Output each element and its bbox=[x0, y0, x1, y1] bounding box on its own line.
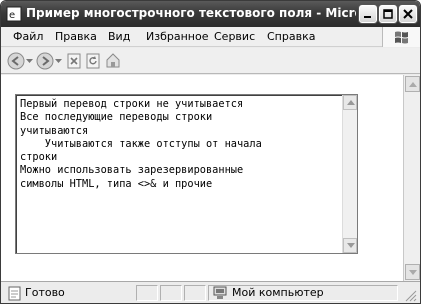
menu-help[interactable]: Справка bbox=[267, 30, 315, 43]
back-icon[interactable] bbox=[7, 52, 25, 70]
windows-logo bbox=[382, 27, 420, 47]
forward-icon[interactable] bbox=[36, 52, 54, 70]
security-zone-text: Мой компьютер bbox=[232, 286, 324, 299]
status-bar: Готово Мой компьютер bbox=[1, 281, 420, 303]
page-scroll-down-button[interactable] bbox=[405, 264, 420, 280]
page-scroll-up-button[interactable] bbox=[405, 76, 420, 92]
title-bar[interactable]: e Пример многострочного текстового поля … bbox=[1, 1, 420, 27]
status-cell bbox=[160, 285, 182, 301]
toolbar bbox=[1, 48, 420, 74]
menu-tools[interactable]: Сервис bbox=[214, 30, 255, 43]
textarea-scroll-down-button[interactable] bbox=[343, 238, 357, 253]
svg-text:e: e bbox=[9, 10, 15, 21]
back-dropdown-icon[interactable] bbox=[26, 59, 33, 64]
ie-icon: e bbox=[6, 6, 22, 22]
arrow-up-icon bbox=[347, 100, 355, 105]
menu-bar: Файл Правка Вид Избранное Сервис Справка bbox=[1, 27, 420, 47]
window-title: Пример многострочного текстового поля - … bbox=[26, 6, 356, 20]
status-text: Готово bbox=[25, 286, 65, 299]
browser-window: e Пример многострочного текстового поля … bbox=[0, 0, 421, 304]
home-icon[interactable] bbox=[105, 52, 121, 69]
page-scrollbar[interactable] bbox=[403, 75, 420, 281]
close-button[interactable] bbox=[399, 5, 417, 23]
windows-flag-icon bbox=[395, 31, 408, 44]
stop-icon[interactable] bbox=[67, 53, 82, 69]
status-cell bbox=[184, 285, 206, 301]
arrow-up-icon bbox=[409, 82, 417, 87]
forward-dropdown-icon[interactable] bbox=[55, 59, 62, 64]
resize-grip-icon[interactable] bbox=[405, 290, 417, 302]
textarea-scrollbar[interactable] bbox=[342, 95, 357, 253]
status-cell bbox=[136, 285, 158, 301]
menu-view[interactable]: Вид bbox=[108, 30, 130, 43]
menu-edit[interactable]: Правка bbox=[55, 30, 97, 43]
multiline-textarea[interactable]: Первый перевод строки не учитывается Все… bbox=[15, 94, 358, 254]
menu-file[interactable]: Файл bbox=[13, 30, 43, 43]
arrow-down-icon bbox=[347, 243, 355, 248]
close-icon bbox=[403, 9, 413, 19]
maximize-icon bbox=[383, 9, 393, 19]
menu-favorites[interactable]: Избранное bbox=[146, 30, 208, 43]
minimize-icon bbox=[364, 16, 371, 18]
computer-icon bbox=[213, 286, 227, 299]
maximize-button[interactable] bbox=[379, 5, 397, 23]
refresh-icon[interactable] bbox=[86, 53, 101, 69]
minimize-button[interactable] bbox=[359, 5, 377, 23]
textarea-scroll-up-button[interactable] bbox=[343, 95, 357, 110]
arrow-down-icon bbox=[409, 270, 417, 275]
textarea-value[interactable]: Первый перевод строки не учитывается Все… bbox=[20, 98, 340, 191]
page-icon bbox=[8, 286, 21, 301]
page-content: Первый перевод строки не учитывается Все… bbox=[1, 75, 420, 281]
